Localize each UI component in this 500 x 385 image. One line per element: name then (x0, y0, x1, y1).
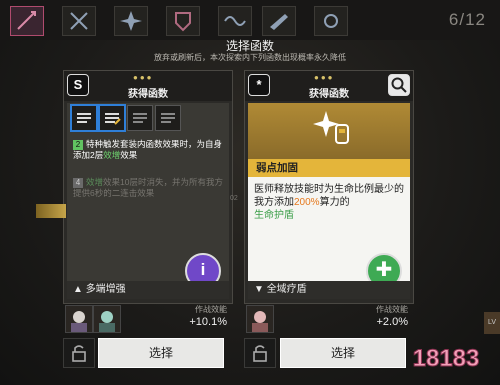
level-tab: LV (484, 312, 500, 334)
function-description: 医师释放技能时为生命比例最少的我方添加200%算力的 生命护盾 (254, 184, 404, 221)
slot-gear-icon[interactable] (314, 6, 348, 36)
function-name: 弱点加固 (248, 159, 410, 177)
background-number: 02 (230, 195, 238, 202)
set-effect-panel: 2 特种触发套装内函数效果时，为自身添加2层效增效果 4 效增效果10层时消失，并为… (67, 103, 229, 289)
background-prop (36, 204, 66, 218)
function-description-panel: 医师释放技能时为生命比例最少的我方添加200%算力的 生命护盾 ✚ (248, 177, 410, 289)
efficiency-value: +10.1% (189, 316, 227, 328)
site-watermark-logo: 18183 (412, 345, 480, 373)
operator-avatar (93, 305, 121, 333)
slot-star-icon[interactable] (114, 6, 148, 36)
set-effect-2: 2 特种触发套装内函数效果时，为自身添加2层效增效果 (73, 139, 223, 160)
slot-cross-icon[interactable] (62, 6, 96, 36)
card-header: * ●●● 获得函数 (245, 71, 413, 101)
page-subtitle: 放弃或刷新后，本次探索内下列函数出现概率永久降低 (154, 53, 346, 62)
set-name-bar[interactable]: ▼ 全域疗盾 (248, 281, 410, 299)
function-counter: 6/12 (448, 10, 486, 29)
set-piece-icon[interactable] (99, 105, 125, 131)
svg-text:18183: 18183 (413, 345, 480, 372)
efficiency-label: 作战效能 (376, 305, 408, 314)
slot-wave-icon[interactable] (218, 6, 252, 36)
rarity-dots: ●●● (133, 73, 154, 82)
lock-button[interactable] (244, 338, 276, 368)
select-button-left[interactable]: 选择 (98, 338, 224, 368)
rarity-dots: ●●● (314, 73, 335, 82)
efficiency-label: 作战效能 (195, 305, 227, 314)
select-button-right[interactable]: 选择 (280, 338, 406, 368)
spark-clip-icon (313, 111, 349, 144)
operator-avatar (246, 305, 274, 333)
slot-blade-icon[interactable] (262, 6, 296, 36)
set-piece-icon[interactable] (155, 105, 181, 131)
lock-icon (72, 345, 86, 362)
set-piece-icon[interactable] (127, 105, 153, 131)
slot-sword-icon[interactable] (10, 6, 44, 36)
function-card-right[interactable]: * ●●● 获得函数 弱点加固 医师释放技能时为生命比例最少的我方添加200%算… (244, 70, 414, 304)
lock-icon (253, 345, 267, 362)
operator-row-right: 作战效能 +2.0% (244, 303, 412, 333)
card-header: S ●●● 获得函数 (64, 71, 232, 101)
set-effect-4: 4 效增效果10层时消失，并为所有我方提供6秒的二连击效果 (73, 177, 223, 198)
efficiency-value: +2.0% (376, 316, 409, 328)
function-art (248, 103, 410, 159)
magnifier-icon[interactable] (388, 74, 410, 96)
card-header-label: 获得函数 (128, 89, 168, 100)
slot-shield-icon[interactable] (166, 6, 200, 36)
operator-avatar (65, 305, 93, 333)
lock-button[interactable] (63, 338, 95, 368)
operator-row-left: 作战效能 +10.1% (63, 303, 231, 333)
set-piece-icon[interactable] (71, 105, 97, 131)
set-name-bar[interactable]: ▲ 多端增强 (67, 281, 229, 299)
function-card-left[interactable]: S ●●● 获得函数 2 特种触发套装内函数效果时，为自身添加2层效增效果 4 效增… (63, 70, 233, 304)
